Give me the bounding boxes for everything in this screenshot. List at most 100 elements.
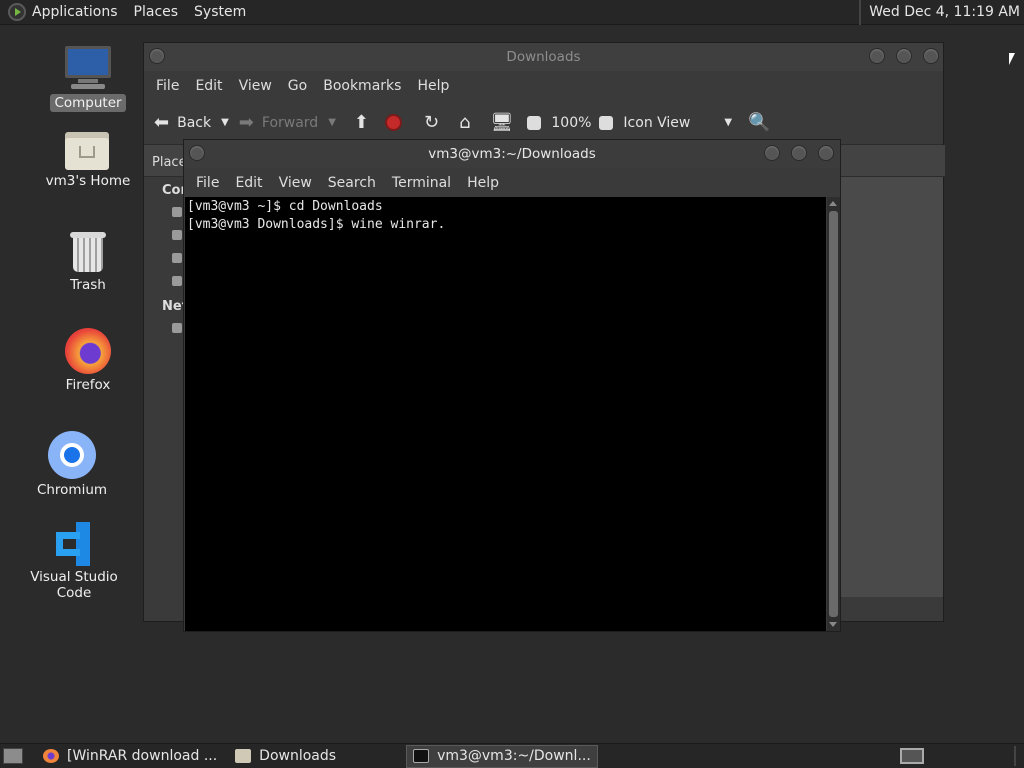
mouse-cursor-icon (1009, 53, 1015, 65)
desktop-icon-label: Trash (70, 277, 106, 293)
taskbar-item-terminal[interactable]: vm3@vm3:~/Downl... (406, 744, 598, 768)
menu-search[interactable]: Search (320, 175, 384, 191)
menu-view[interactable]: View (231, 78, 280, 94)
menu-file[interactable]: File (148, 78, 187, 94)
file-view-area[interactable] (841, 177, 943, 597)
scroll-up-icon[interactable] (829, 201, 837, 206)
window-menu-button[interactable] (189, 145, 205, 161)
reload-button[interactable]: ↻ (424, 112, 447, 133)
desktop-icon-label: Chromium (36, 482, 108, 498)
maximize-button[interactable] (791, 145, 807, 161)
menu-edit[interactable]: Edit (227, 175, 270, 191)
sidebar-item-icon[interactable] (172, 207, 182, 217)
maximize-button[interactable] (896, 48, 912, 64)
taskbar-item-label: vm3@vm3:~/Downl... (437, 748, 591, 764)
computer-icon (63, 46, 113, 92)
computer-button[interactable]: 🖥 (491, 112, 522, 133)
desktop-icon-label: Computer (50, 94, 126, 112)
reload-icon: ↻ (424, 112, 440, 133)
up-button[interactable]: ⬆ (354, 112, 377, 133)
desktop-icon-label: vm3's Home (45, 173, 131, 189)
distro-logo-icon (8, 3, 26, 21)
menu-view[interactable]: View (271, 175, 320, 191)
back-button[interactable]: ⬅ Back ▼ (154, 112, 229, 133)
sidebar-item-icon[interactable] (172, 323, 182, 333)
terminal-line: [vm3@vm3 Downloads]$ wine winrar. (187, 217, 446, 232)
workspace-switcher[interactable] (900, 748, 924, 764)
sidebar-item-icon[interactable] (172, 230, 182, 240)
menu-help[interactable]: Help (459, 175, 507, 191)
desktop-icon-home[interactable]: vm3's Home (28, 130, 148, 190)
sidebar-item-icon[interactable] (172, 276, 182, 286)
close-button[interactable] (923, 48, 939, 64)
window-menu-button[interactable] (149, 48, 165, 64)
trash-icon (70, 230, 106, 274)
vscode-icon (52, 522, 96, 566)
terminal-titlebar[interactable]: vm3@vm3:~/Downloads (184, 140, 840, 168)
search-button[interactable]: 🔍 (748, 112, 778, 133)
minimize-button[interactable] (869, 48, 885, 64)
show-desktop-button[interactable] (3, 748, 23, 764)
sidebar-item-icon[interactable] (172, 253, 182, 263)
window-title: Downloads (506, 49, 581, 65)
status-bar (841, 597, 943, 621)
menu-edit[interactable]: Edit (187, 78, 230, 94)
folder-icon (235, 749, 252, 763)
desktop-icon-firefox[interactable]: Firefox (28, 328, 148, 394)
firefox-icon (43, 749, 59, 763)
stop-button[interactable] (385, 114, 402, 131)
places-label[interactable]: Place (152, 155, 187, 170)
applications-menu-label: Applications (32, 4, 118, 20)
file-manager-titlebar[interactable]: Downloads (144, 43, 943, 71)
forward-button[interactable]: ➡ Forward ▼ (239, 112, 336, 133)
view-mode-label: Icon View (623, 114, 691, 131)
desktop-icon-label: Visual Studio Code (30, 569, 118, 601)
stop-icon (385, 114, 402, 131)
close-button[interactable] (818, 145, 834, 161)
computer-icon: 🖥 (490, 112, 514, 133)
terminal-window[interactable]: vm3@vm3:~/Downloads File Edit View Searc… (183, 139, 841, 632)
terminal-scrollbar[interactable] (827, 197, 840, 631)
taskbar-item-downloads[interactable]: Downloads (229, 745, 342, 768)
zoom-in-button[interactable] (599, 115, 619, 130)
scrollbar-thumb[interactable] (829, 211, 838, 617)
home-button[interactable]: ⌂ (459, 112, 478, 133)
menu-go[interactable]: Go (280, 78, 315, 94)
back-label: Back (177, 114, 212, 131)
firefox-icon (65, 328, 111, 374)
places-menu[interactable]: Places (126, 0, 187, 25)
desktop-icon-vscode[interactable]: Visual Studio Code (14, 522, 134, 602)
chevron-down-icon: ▼ (724, 117, 733, 128)
home-folder-icon (65, 130, 111, 170)
zoom-level: 100% (551, 114, 592, 131)
view-mode-select[interactable]: Icon View ▼ (623, 115, 732, 131)
desktop-icon-trash[interactable]: Trash (28, 230, 148, 294)
zoom-out-button[interactable] (527, 115, 547, 130)
clock[interactable]: Wed Dec 4, 11:19 AM (859, 0, 1020, 25)
forward-history-dropdown[interactable]: ▼ (328, 117, 336, 128)
forward-label: Forward (261, 114, 319, 131)
menu-bookmarks[interactable]: Bookmarks (315, 78, 409, 94)
terminal-icon (413, 749, 430, 763)
terminal-line: [vm3@vm3 ~]$ cd Downloads (187, 199, 383, 214)
desktop-icon-chromium[interactable]: Chromium (12, 431, 132, 499)
applications-menu[interactable]: Applications (0, 0, 126, 25)
desktop-icon-computer[interactable]: Computer (28, 46, 148, 112)
top-panel: Applications Places System Wed Dec 4, 11… (0, 0, 1024, 25)
search-icon: 🔍 (748, 112, 771, 133)
back-arrow-icon: ⬅ (154, 112, 170, 133)
zoom-out-icon (527, 115, 542, 130)
taskbar-item-firefox[interactable]: [WinRAR download ... (37, 745, 223, 768)
taskbar-item-label: [WinRAR download ... (67, 748, 218, 764)
scroll-down-icon[interactable] (829, 622, 837, 627)
minimize-button[interactable] (764, 145, 780, 161)
forward-arrow-icon: ➡ (238, 112, 254, 133)
back-history-dropdown[interactable]: ▼ (221, 117, 229, 128)
menu-help[interactable]: Help (409, 78, 457, 94)
home-icon: ⌂ (459, 112, 471, 133)
menu-terminal[interactable]: Terminal (384, 175, 459, 191)
menu-file[interactable]: File (188, 175, 227, 191)
system-menu[interactable]: System (186, 0, 254, 25)
file-manager-menubar: File Edit View Go Bookmarks Help (144, 71, 943, 101)
terminal-output[interactable]: [vm3@vm3 ~]$ cd Downloads [vm3@vm3 Downl… (185, 197, 826, 631)
